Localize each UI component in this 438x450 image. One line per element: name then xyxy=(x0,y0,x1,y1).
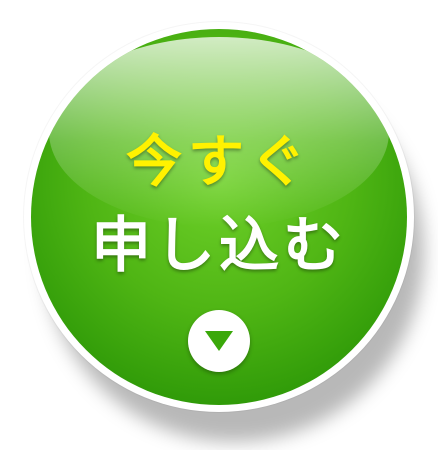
apply-now-badge: 今すぐ 申し込む xyxy=(0,0,438,450)
button-label-apply: 申し込む xyxy=(91,211,347,281)
apply-now-button[interactable]: 今すぐ 申し込む xyxy=(31,29,407,405)
down-triangle-icon xyxy=(205,331,233,351)
button-label-now: 今すぐ xyxy=(126,130,312,195)
down-arrow-badge xyxy=(188,310,250,372)
